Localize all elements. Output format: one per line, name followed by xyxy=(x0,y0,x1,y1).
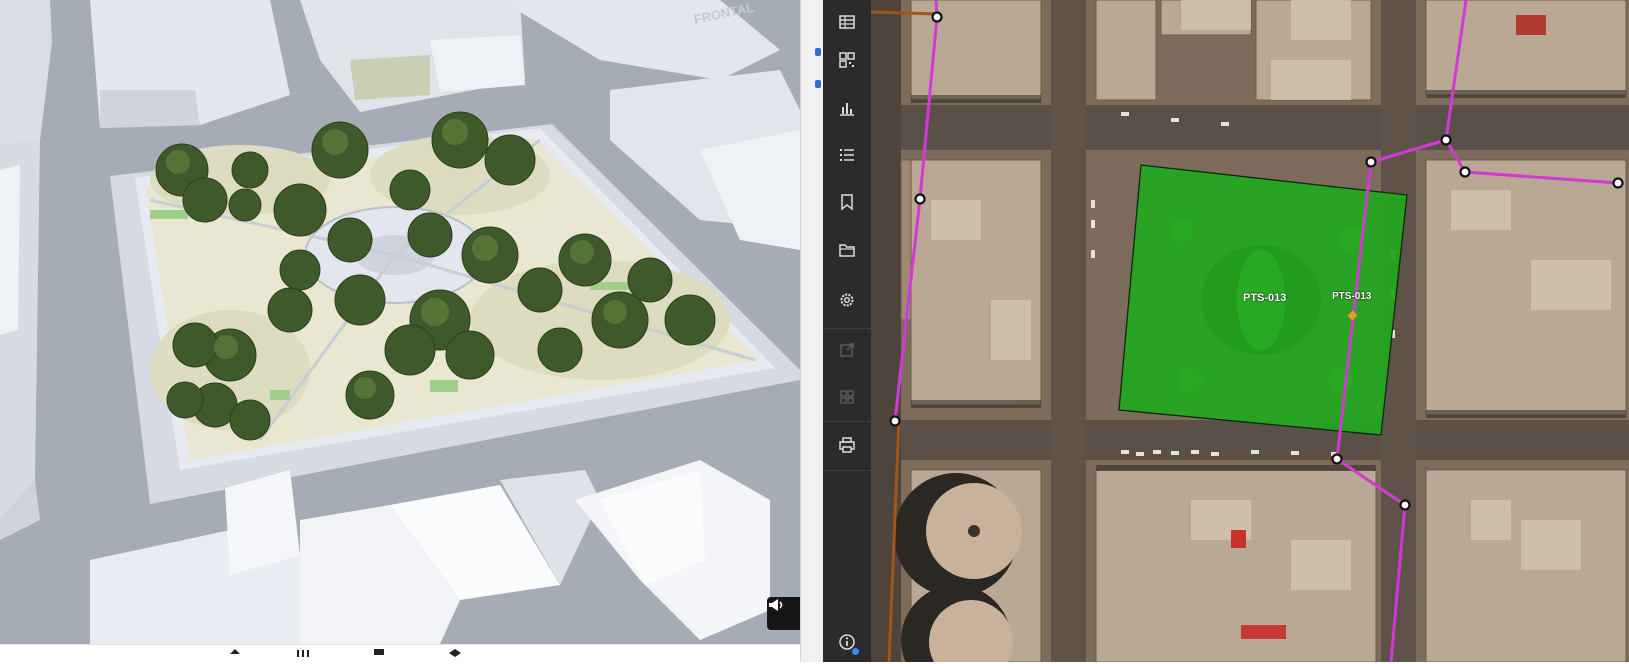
notification-dot xyxy=(852,648,859,655)
print-button[interactable] xyxy=(823,423,871,467)
qr-grid-button[interactable] xyxy=(823,38,871,82)
announcement-button[interactable] xyxy=(767,597,800,630)
gear-icon xyxy=(840,293,854,307)
chart-button[interactable] xyxy=(823,86,871,130)
print-icon xyxy=(839,437,855,453)
table-icon xyxy=(839,15,855,29)
stack-icon[interactable] xyxy=(448,648,462,658)
folder-icon xyxy=(839,244,855,257)
secondary-line xyxy=(871,10,937,16)
parcel-label: PTS-013 xyxy=(1243,292,1287,304)
export-icon xyxy=(840,343,854,357)
satellite-map-canvas xyxy=(871,0,1629,662)
grid-view-button[interactable] xyxy=(823,375,871,419)
map-side-toolbar xyxy=(823,0,871,662)
grid-icon xyxy=(840,390,854,404)
toolbar-separator xyxy=(823,470,871,471)
bookmark-icon xyxy=(841,194,853,211)
info-button[interactable] xyxy=(823,620,871,664)
measure-icon[interactable] xyxy=(296,648,310,658)
layer-icon[interactable] xyxy=(228,648,242,658)
point-label: PTS-013 xyxy=(1332,291,1372,302)
3d-scene-view[interactable]: FRONTAL xyxy=(0,0,800,644)
flag-icon[interactable] xyxy=(372,648,386,658)
list-icon xyxy=(840,149,854,161)
divider-marker xyxy=(815,80,821,88)
panel-divider[interactable] xyxy=(800,0,824,662)
folder-button[interactable] xyxy=(823,228,871,272)
3d-scene-canvas: FRONTAL xyxy=(0,0,800,644)
toolbar-separator xyxy=(823,421,871,422)
satellite-map-view[interactable]: PTS-013 PTS-013 xyxy=(871,0,1629,662)
divider-marker xyxy=(815,48,821,56)
megaphone-icon xyxy=(769,599,783,611)
bar-chart-icon xyxy=(840,103,854,116)
legend-list-button[interactable] xyxy=(823,133,871,177)
scene-bottom-toolbar xyxy=(0,644,800,663)
export-button[interactable] xyxy=(823,328,871,372)
bookmark-button[interactable] xyxy=(823,180,871,224)
settings-button[interactable] xyxy=(823,278,871,322)
qr-grid-icon xyxy=(839,52,855,68)
